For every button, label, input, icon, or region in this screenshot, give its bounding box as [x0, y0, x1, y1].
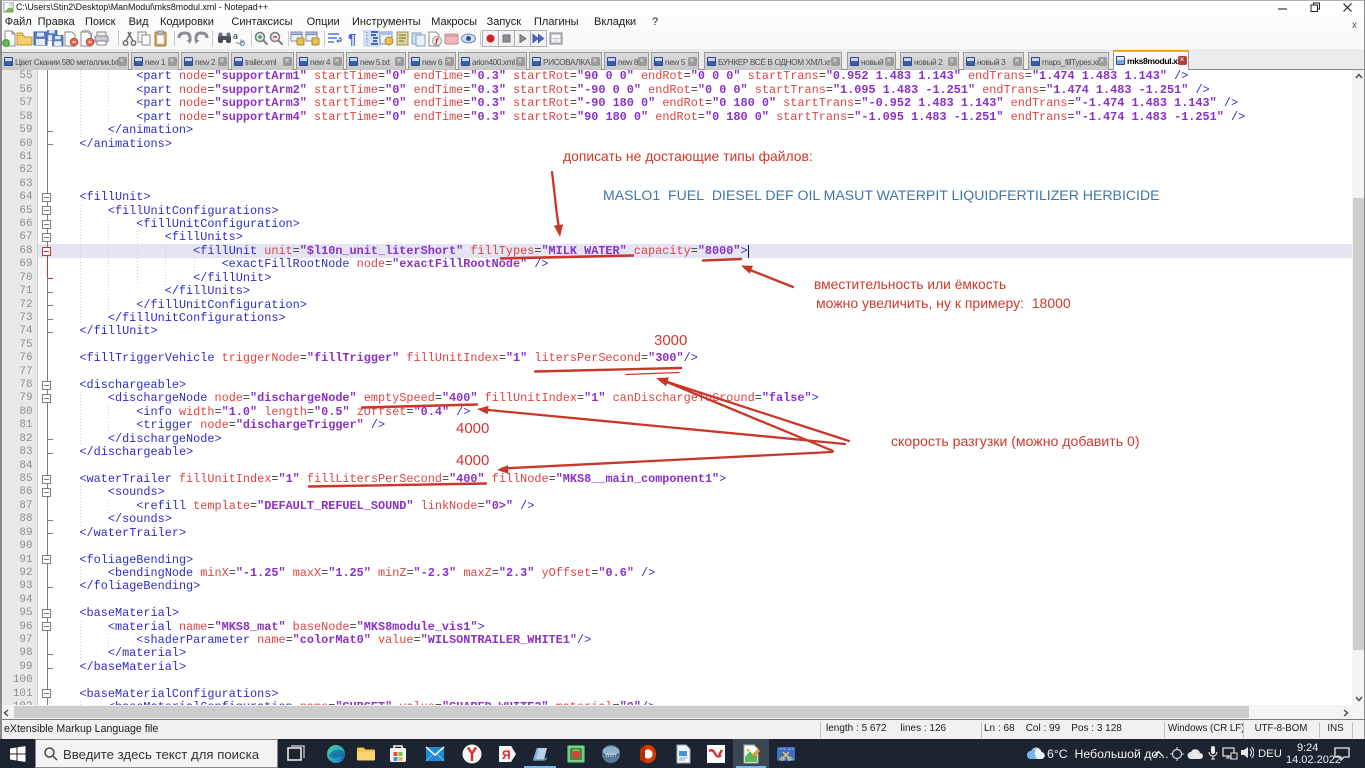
svg-text:WOT: WOT [605, 753, 617, 759]
svg-text:a: a [233, 31, 238, 41]
svg-text:¶: ¶ [348, 31, 356, 47]
svg-text:Я: Я [502, 748, 511, 762]
